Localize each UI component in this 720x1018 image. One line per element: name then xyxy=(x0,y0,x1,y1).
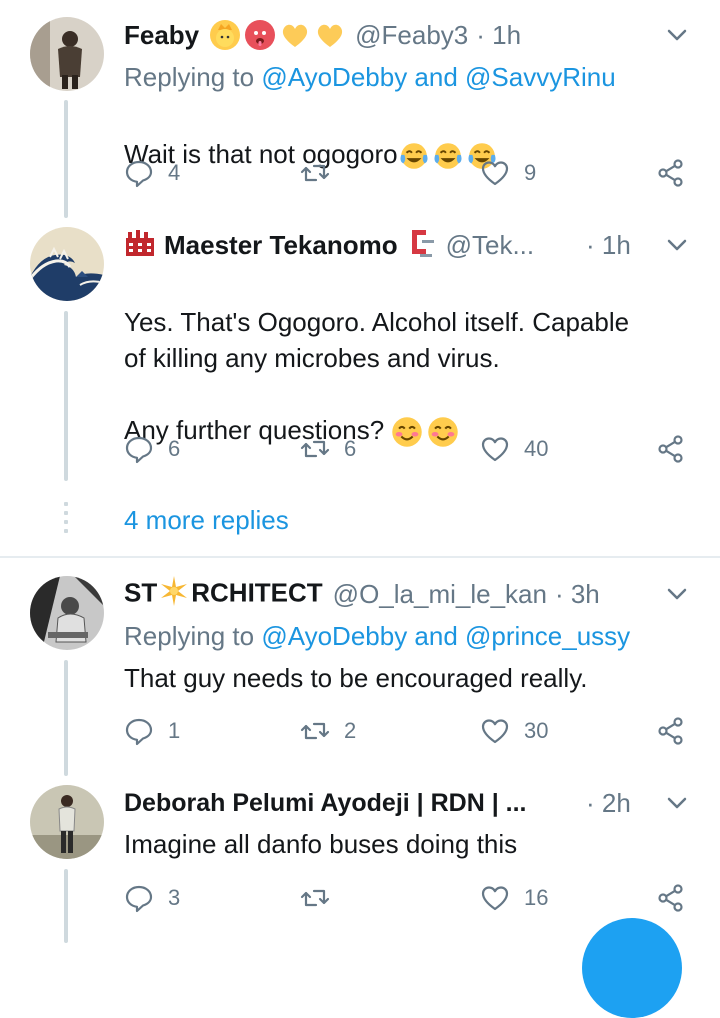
mention-link[interactable]: @prince_ussy xyxy=(465,621,630,651)
thread-line xyxy=(64,660,68,776)
avatar[interactable] xyxy=(30,576,104,650)
tweet-text: Yes. That's Ogogoro. Alcohol itself. Cap… xyxy=(124,268,680,449)
retweet-button[interactable] xyxy=(300,881,344,915)
tweet-header: Maester Tekanomo @Tek... · 1h xyxy=(124,227,680,263)
tweet-actions: 6 6 40 xyxy=(124,432,690,466)
reply-icon xyxy=(125,885,153,913)
avatar[interactable] xyxy=(30,17,104,91)
chevron-down-icon[interactable] xyxy=(666,234,688,256)
share-icon xyxy=(658,435,683,463)
replying-to: Replying to @AyoDebby and @prince_ussy xyxy=(124,621,631,651)
tweet-header: Feaby @Feaby3 · 1h xyxy=(124,17,680,53)
mention-link[interactable]: @AyoDebby xyxy=(261,62,407,92)
thread-dots xyxy=(64,502,68,538)
reply-icon xyxy=(125,718,153,746)
like-icon xyxy=(481,437,509,462)
timestamp[interactable]: · 3h xyxy=(555,579,600,610)
share-button[interactable] xyxy=(656,156,686,190)
display-name[interactable]: Feaby xyxy=(124,20,199,51)
clamp-emoji-icon xyxy=(408,227,436,264)
share-button[interactable] xyxy=(656,432,686,466)
display-name[interactable]: Deborah Pelumi Ayodeji | RDN | ... xyxy=(124,789,526,818)
reply-count: 1 xyxy=(168,718,181,743)
retweet-button[interactable] xyxy=(300,156,344,190)
princess-emoji-icon xyxy=(210,20,241,50)
mention-link[interactable]: @SavvyRinu xyxy=(465,62,616,92)
tweet-header: ST RCHITECT @O_la_mi_le_kan · 3h xyxy=(124,574,680,615)
like-count: 40 xyxy=(524,436,549,461)
retweet-icon xyxy=(300,889,330,907)
retweet-count: 2 xyxy=(344,718,357,743)
retweet-count: 6 xyxy=(344,436,357,461)
thread-line xyxy=(64,311,68,481)
reply-button[interactable]: 1 xyxy=(124,714,180,748)
like-icon xyxy=(481,719,509,744)
retweet-icon xyxy=(300,164,330,182)
tweet-actions: 1 2 30 xyxy=(124,714,690,748)
chevron-down-icon[interactable] xyxy=(666,583,688,605)
retweet-button[interactable]: 6 xyxy=(300,432,356,466)
share-icon xyxy=(658,884,683,912)
timestamp[interactable]: · 1h xyxy=(476,20,521,51)
like-button[interactable]: 40 xyxy=(480,432,548,466)
chevron-down-icon[interactable] xyxy=(666,24,688,46)
yellow-heart-icon xyxy=(280,20,310,50)
tweet-3[interactable]: ST RCHITECT @O_la_mi_le_kan · 3h Replying… xyxy=(0,558,720,776)
display-name[interactable]: ST RCHITECT xyxy=(124,574,323,615)
avatar[interactable] xyxy=(30,227,104,301)
more-replies-link[interactable]: 4 more replies xyxy=(124,505,289,536)
tweet-actions: 4 9 xyxy=(124,156,690,190)
reply-count: 4 xyxy=(168,160,181,185)
avatar[interactable] xyxy=(30,785,104,859)
reply-count: 3 xyxy=(168,885,181,910)
reply-button[interactable]: 3 xyxy=(124,881,180,915)
thread-line xyxy=(64,100,68,218)
like-button[interactable]: 9 xyxy=(480,156,536,190)
mention-link[interactable]: @AyoDebby xyxy=(261,621,407,651)
like-count: 30 xyxy=(524,718,549,743)
retweet-icon xyxy=(300,440,330,458)
user-handle[interactable]: @Tek... xyxy=(446,230,535,261)
timestamp[interactable]: · 1h xyxy=(586,230,631,261)
like-button[interactable]: 30 xyxy=(480,714,548,748)
retweet-icon xyxy=(300,722,330,740)
like-icon xyxy=(481,886,509,911)
reply-icon xyxy=(125,160,153,188)
reply-icon xyxy=(125,436,153,464)
tweet-2[interactable]: Maester Tekanomo @Tek... · 1h Yes. That'… xyxy=(0,215,720,555)
yellow-heart-icon xyxy=(315,20,345,50)
compose-tweet-button[interactable] xyxy=(582,918,682,1018)
timestamp[interactable]: · 2h xyxy=(586,788,631,819)
display-name[interactable]: Maester Tekanomo xyxy=(164,230,398,261)
like-icon xyxy=(481,161,509,186)
user-handle[interactable]: @Feaby3 xyxy=(355,20,468,51)
reply-button[interactable]: 6 xyxy=(124,432,180,466)
tweet-4[interactable]: Deborah Pelumi Ayodeji | RDN | ... · 2h … xyxy=(0,773,720,943)
chevron-down-icon[interactable] xyxy=(666,792,688,814)
share-button[interactable] xyxy=(656,881,686,915)
like-count: 9 xyxy=(524,160,537,185)
hot-face-emoji-icon xyxy=(245,20,276,50)
tweet-1[interactable]: Feaby @Feaby3 · 1h Replying to @AyoDebby… xyxy=(0,0,720,218)
tweet-text: That guy needs to be encouraged really. xyxy=(124,663,588,693)
user-handle[interactable]: @O_la_mi_le_kan xyxy=(333,579,547,610)
like-count: 16 xyxy=(524,885,549,910)
tweet-header: Deborah Pelumi Ayodeji | RDN | ... · 2h xyxy=(124,785,680,821)
star-emoji-icon xyxy=(157,574,191,615)
reply-count: 6 xyxy=(168,436,181,461)
factory-emoji-icon xyxy=(124,228,156,263)
retweet-button[interactable]: 2 xyxy=(300,714,356,748)
thread-line xyxy=(64,869,68,943)
share-button[interactable] xyxy=(656,714,686,748)
like-button[interactable]: 16 xyxy=(480,881,548,915)
share-icon xyxy=(658,159,683,187)
emoji-group xyxy=(207,20,345,50)
tweet-actions: 3 16 xyxy=(124,881,690,915)
replying-to: Replying to @AyoDebby and @SavvyRinu xyxy=(124,62,616,92)
share-icon xyxy=(658,717,683,745)
reply-button[interactable]: 4 xyxy=(124,156,180,190)
tweet-text: Imagine all danfo buses doing this xyxy=(124,829,518,859)
